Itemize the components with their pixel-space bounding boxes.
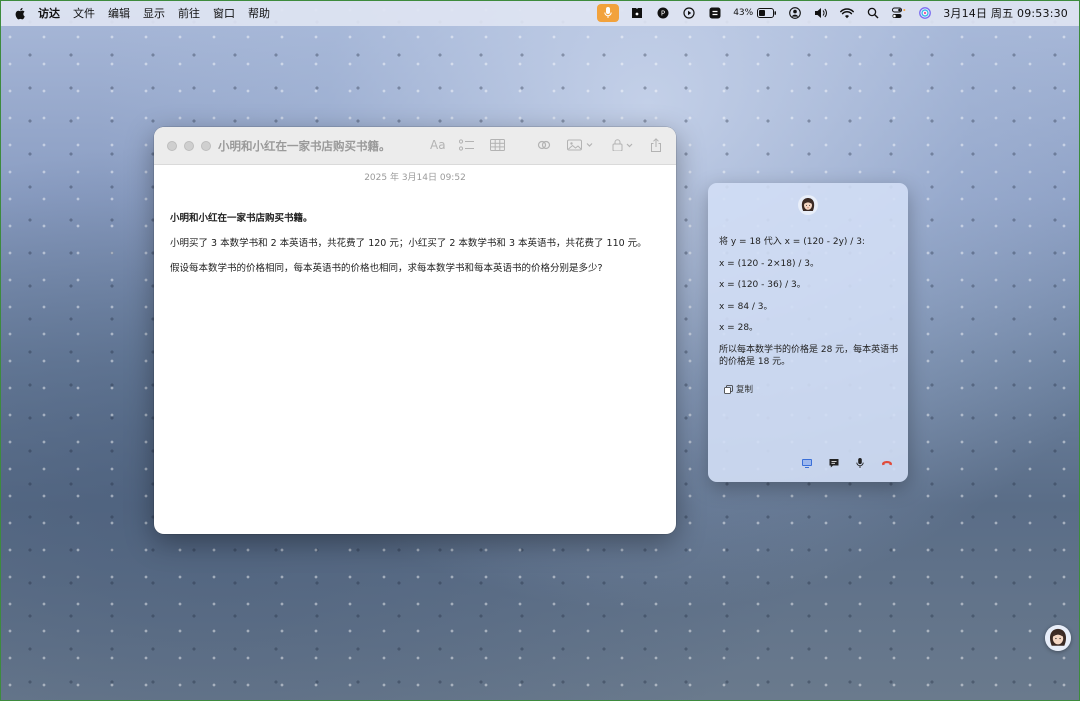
- response-line: 所以每本数学书的价格是 28 元，每本英语书的价格是 18 元。: [719, 344, 899, 368]
- assistant-avatar-icon: [1045, 625, 1071, 651]
- notes-window: 小明和小红在一家书店购买书籍。 Aa 2025 年 3月14日 09:52 小明…: [154, 127, 676, 534]
- response-line: x = 84 / 3。: [719, 301, 773, 312]
- table-icon[interactable]: [490, 137, 505, 153]
- volume-icon[interactable]: [813, 5, 829, 21]
- menu-view[interactable]: 显示: [143, 5, 165, 21]
- assistant-panel: 将 y = 18 代入 x = (120 - 2y) / 3: x = (120…: [708, 183, 908, 482]
- user-account-icon[interactable]: [787, 5, 803, 21]
- zoom-button[interactable]: [201, 141, 211, 151]
- status-area: P 43% 3月14日 周五 09:53:30: [597, 0, 1068, 26]
- siri-icon[interactable]: [917, 5, 933, 21]
- response-line: x = 28。: [719, 323, 759, 333]
- checklist-icon[interactable]: [459, 137, 475, 153]
- menu-clock[interactable]: 3月14日 周五 09:53:30: [943, 5, 1068, 21]
- link-icon[interactable]: [537, 137, 551, 153]
- app-s-icon[interactable]: [707, 5, 723, 21]
- copy-button[interactable]: 复制: [724, 383, 753, 395]
- note-body[interactable]: 小明和小红在一家书店购买书籍。 小明买了 3 本数学书和 2 本英语书，共花费了…: [170, 213, 660, 288]
- play-icon[interactable]: [681, 5, 697, 21]
- battery-icon[interactable]: [757, 5, 777, 21]
- floating-avatar[interactable]: [1045, 625, 1071, 651]
- chat-icon[interactable]: [828, 457, 840, 469]
- wifi-icon[interactable]: [839, 5, 855, 21]
- app-p-icon[interactable]: P: [655, 5, 671, 21]
- note-heading: 小明和小红在一家书店购买书籍。: [170, 213, 313, 224]
- share-icon[interactable]: [650, 137, 662, 153]
- lock-icon[interactable]: [612, 137, 636, 153]
- assistant-avatar-icon: [798, 195, 818, 215]
- apple-icon[interactable]: [14, 7, 26, 20]
- window-controls: [167, 141, 218, 151]
- media-icon[interactable]: [567, 137, 595, 153]
- window-title: 小明和小红在一家书店购买书籍。: [218, 139, 391, 153]
- assistant-response: 将 y = 18 代入 x = (120 - 2y) / 3: x = (120…: [719, 236, 899, 378]
- minimize-button[interactable]: [184, 141, 194, 151]
- battery-percent: 43%: [733, 8, 754, 18]
- assistant-toolbar: [708, 457, 908, 471]
- menu-bar: 访达 文件 编辑 显示 前往 窗口 帮助 P 43% 3月14日 周五 09:5…: [0, 0, 1080, 26]
- format-text-button[interactable]: Aa: [430, 137, 446, 153]
- notes-toolbar: 小明和小红在一家书店购买书籍。 Aa: [154, 127, 676, 165]
- menu-help[interactable]: 帮助: [248, 5, 270, 21]
- screen-share-icon[interactable]: [801, 457, 813, 469]
- response-line: x = (120 - 2×18) / 3。: [719, 258, 819, 269]
- menu-file[interactable]: 文件: [73, 5, 95, 21]
- microphone-icon[interactable]: [854, 457, 866, 469]
- menu-app-name[interactable]: 访达: [38, 5, 60, 21]
- menu-window[interactable]: 窗口: [213, 5, 235, 21]
- microphone-active-icon[interactable]: [597, 4, 620, 22]
- menu-edit[interactable]: 编辑: [108, 5, 130, 21]
- copy-label: 复制: [736, 385, 754, 395]
- close-button[interactable]: [167, 141, 177, 151]
- svg-text:P: P: [661, 10, 665, 18]
- menu-go[interactable]: 前往: [178, 5, 200, 21]
- note-paragraph: 假设每本数学书的价格相同，每本英语书的价格也相同，求每本数学书和每本英语书的价格…: [170, 263, 603, 274]
- response-line: x = (120 - 36) / 3。: [719, 280, 806, 290]
- end-call-icon[interactable]: [881, 457, 893, 469]
- note-date: 2025 年 3月14日 09:52: [364, 173, 466, 183]
- search-icon[interactable]: [865, 5, 881, 21]
- response-line: 将 y = 18 代入 x = (120 - 2y) / 3:: [719, 237, 865, 247]
- app-b-icon[interactable]: [629, 5, 645, 21]
- copy-icon: [724, 384, 733, 394]
- note-paragraph: 小明买了 3 本数学书和 2 本英语书，共花费了 120 元；小红买了 2 本数…: [170, 238, 647, 249]
- control-center-icon[interactable]: [891, 5, 907, 21]
